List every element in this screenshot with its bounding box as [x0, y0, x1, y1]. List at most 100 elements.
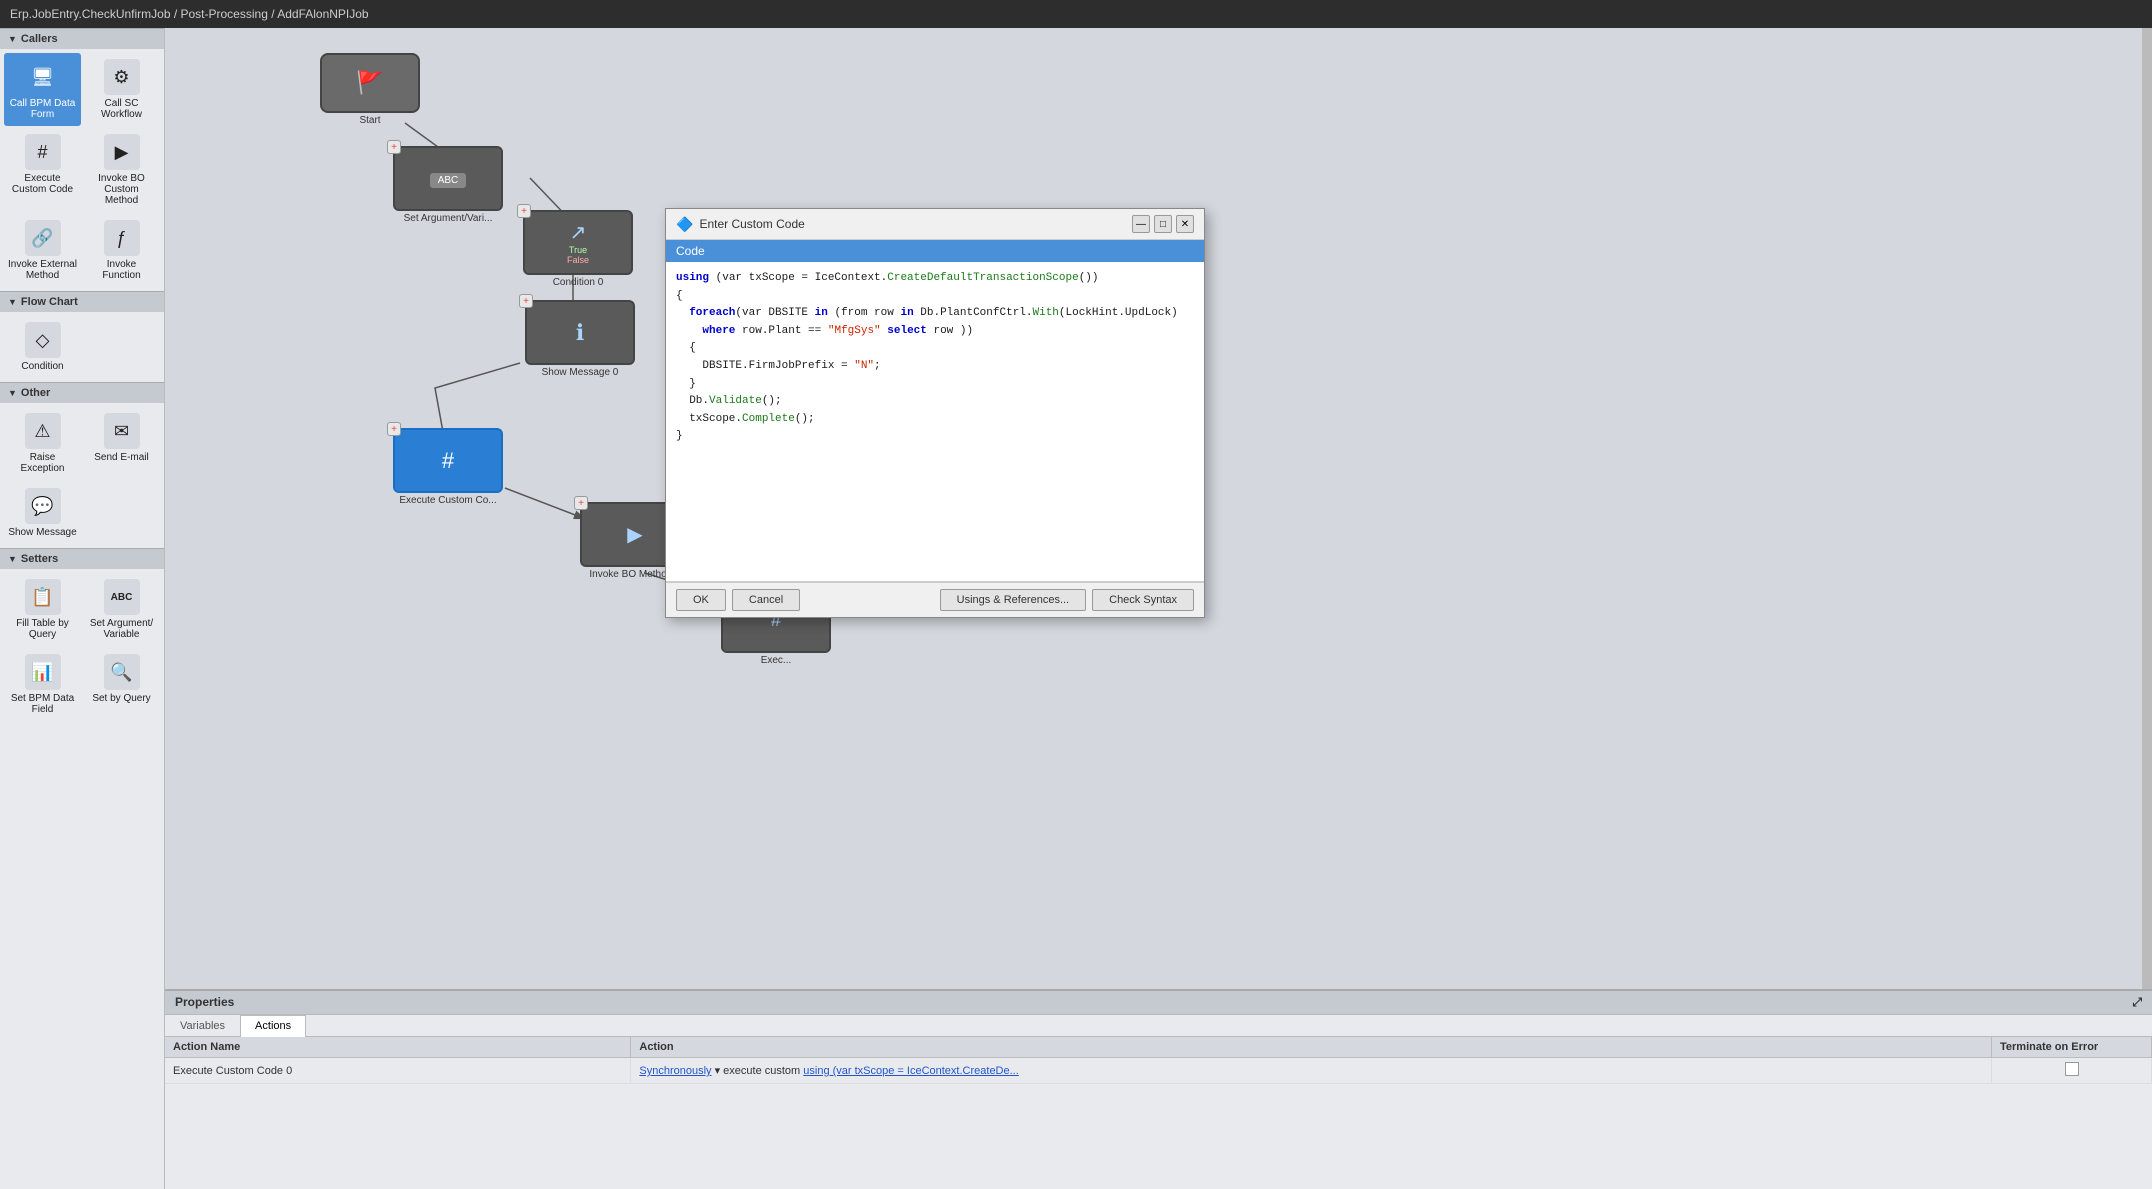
invoke-bo-icon: ▶ [104, 134, 140, 170]
other-collapse-icon: ▼ [8, 388, 17, 398]
start-node-box[interactable]: 🚩 [320, 53, 420, 113]
sidebar-item-call-sc[interactable]: ⚙ Call SC Workflow [83, 53, 160, 126]
set-argument-node-box[interactable]: + ABC [393, 146, 503, 211]
modal-titlebar: 🔷 Enter Custom Code — □ ✕ [666, 209, 1204, 240]
modal-usings-button[interactable]: Usings & References... [940, 589, 1087, 611]
modal-ok-button[interactable]: OK [676, 589, 726, 611]
setters-collapse-icon: ▼ [8, 554, 17, 564]
properties-header: Properties ⤢ [165, 991, 2152, 1015]
sidebar-item-execute-custom[interactable]: # Execute Custom Code [4, 128, 81, 212]
modal-code-tab[interactable]: Code [666, 240, 1204, 262]
code-line-3: foreach(var DBSITE in (from row in Db.Pl… [676, 305, 1194, 323]
canvas-area[interactable]: 🚩 Start + ABC Set Argument/Vari... + [165, 28, 2152, 989]
invoke-external-icon: 🔗 [25, 220, 61, 256]
flow-node-execute-custom[interactable]: + # Execute Custom Co... [393, 428, 503, 506]
fill-table-icon: 📋 [25, 579, 61, 615]
set-argument-node-label: Set Argument/Vari... [404, 213, 493, 224]
show-message-plus-btn[interactable]: + [519, 294, 533, 308]
condition-icon: ◇ [25, 322, 61, 358]
terminate-checkbox[interactable] [2065, 1062, 2079, 1076]
code-preview-link[interactable]: using (var txScope = IceContext.CreateDe… [803, 1065, 1019, 1077]
sidebar-item-invoke-function[interactable]: ƒ Invoke Function [83, 214, 160, 287]
execute-custom-icon: # [25, 134, 61, 170]
sidebar-item-show-message[interactable]: 💬 Show Message [4, 482, 81, 544]
enter-custom-code-dialog: 🔷 Enter Custom Code — □ ✕ Code [665, 208, 1205, 618]
sidebar-setters-header[interactable]: ▼ Setters [0, 548, 164, 569]
sidebar-other-grid: ⚠ Raise Exception ✉ Send E-mail 💬 Show M… [0, 403, 164, 548]
sidebar-callers-header[interactable]: ▼ Callers [0, 28, 164, 49]
properties-expand-icon[interactable]: ⤢ [2132, 995, 2142, 1010]
modal-check-syntax-button[interactable]: Check Syntax [1092, 589, 1194, 611]
sidebar-flowchart-header[interactable]: ▼ Flow Chart [0, 291, 164, 312]
code-line-8: Db.Validate(); [676, 393, 1194, 411]
invoke-function-icon: ƒ [104, 220, 140, 256]
breadcrumb: Erp.JobEntry.CheckUnfirmJob / Post-Proce… [0, 0, 2152, 28]
sidebar-item-set-bpm[interactable]: 📊 Set BPM Data Field [4, 648, 81, 721]
execute-custom-node-label: Execute Custom Co... [399, 495, 496, 506]
modal-footer: OK Cancel Usings & References... Check S… [666, 582, 1204, 617]
sidebar: ▼ Callers 🖥 Call BPM Data Form ⚙ Call SC… [0, 28, 165, 1189]
sidebar-item-raise-exception[interactable]: ⚠ Raise Exception [4, 407, 81, 480]
modal-close-btn[interactable]: ✕ [1176, 215, 1194, 233]
call-bpm-icon: 🖥 [25, 59, 61, 95]
flow-node-start[interactable]: 🚩 Start [320, 53, 420, 126]
sidebar-item-condition[interactable]: ◇ Condition [4, 316, 81, 378]
sidebar-item-set-argument[interactable]: ABC Set Argument/ Variable [83, 573, 160, 646]
modal-minimize-btn[interactable]: — [1132, 215, 1150, 233]
set-by-query-icon: 🔍 [104, 654, 140, 690]
app-container: Erp.JobEntry.CheckUnfirmJob / Post-Proce… [0, 0, 2152, 1189]
action-cell: Synchronously ▾ execute custom using (va… [631, 1058, 1992, 1084]
modal-maximize-btn[interactable]: □ [1154, 215, 1172, 233]
properties-panel: Properties ⤢ Variables Actions [165, 989, 2152, 1189]
sidebar-callers-grid: 🖥 Call BPM Data Form ⚙ Call SC Workflow … [0, 49, 164, 291]
sidebar-item-send-email[interactable]: ✉ Send E-mail [83, 407, 160, 480]
modal-right-buttons: Usings & References... Check Syntax [940, 589, 1194, 611]
execute-custom-plus-btn[interactable]: + [387, 422, 401, 436]
flow-node-show-message[interactable]: + ℹ Show Message 0 [525, 300, 635, 378]
modal-controls: — □ ✕ [1132, 215, 1194, 233]
sidebar-item-fill-table[interactable]: 📋 Fill Table by Query [4, 573, 81, 646]
set-argument-plus-btn[interactable]: + [387, 140, 401, 154]
callers-collapse-icon: ▼ [8, 34, 17, 44]
send-email-icon: ✉ [104, 413, 140, 449]
modal-cancel-button[interactable]: Cancel [732, 589, 800, 611]
modal-title-icon: 🔷 [676, 216, 693, 233]
properties-table: Action Name Action Terminate on Error Ex… [165, 1037, 2152, 1189]
set-bpm-icon: 📊 [25, 654, 61, 690]
code-line-5: { [676, 340, 1194, 358]
start-node-label: Start [359, 115, 380, 126]
code-editor[interactable]: using (var txScope = IceContext.CreateDe… [666, 262, 1204, 582]
col-action: Action [631, 1037, 1992, 1058]
code-line-6: DBSITE.FirmJobPrefix = "N"; [676, 358, 1194, 376]
properties-tabs: Variables Actions [165, 1015, 2152, 1037]
condition0-node-box[interactable]: + ↗ True False [523, 210, 633, 275]
canvas-resize-handle[interactable] [2142, 28, 2152, 989]
code-line-1: using (var txScope = IceContext.CreateDe… [676, 270, 1194, 288]
sidebar-item-invoke-external[interactable]: 🔗 Invoke External Method [4, 214, 81, 287]
action-name-cell: Execute Custom Code 0 [165, 1058, 631, 1084]
synchronously-link[interactable]: Synchronously [639, 1065, 711, 1077]
execute-custom-node-box[interactable]: + # [393, 428, 503, 493]
flow-node-condition0[interactable]: + ↗ True False Condition 0 [523, 210, 633, 288]
modal-title: 🔷 Enter Custom Code [676, 216, 805, 233]
col-terminate: Terminate on Error [1992, 1037, 2152, 1058]
condition0-node-label: Condition 0 [553, 277, 604, 288]
tab-variables[interactable]: Variables [165, 1015, 240, 1036]
flow-node-set-argument[interactable]: + ABC Set Argument/Vari... [393, 146, 503, 224]
show-message-node-label: Show Message 0 [542, 367, 619, 378]
sidebar-other-header[interactable]: ▼ Other [0, 382, 164, 403]
sidebar-item-invoke-bo[interactable]: ▶ Invoke BO Custom Method [83, 128, 160, 212]
show-message-node-box[interactable]: + ℹ [525, 300, 635, 365]
table-row: Execute Custom Code 0 Synchronously ▾ ex… [165, 1058, 2152, 1084]
condition0-plus-btn[interactable]: + [517, 204, 531, 218]
sidebar-flowchart-grid: ◇ Condition [0, 312, 164, 382]
invoke-bo-plus-btn[interactable]: + [574, 496, 588, 510]
tab-actions[interactable]: Actions [240, 1015, 306, 1037]
code-line-4: where row.Plant == "MfgSys" select row )… [676, 323, 1194, 341]
set-argument-icon: ABC [104, 579, 140, 615]
exec2-node-label: Exec... [761, 655, 792, 666]
sidebar-item-set-by-query[interactable]: 🔍 Set by Query [83, 648, 160, 721]
code-line-9: txScope.Complete(); [676, 411, 1194, 429]
sidebar-item-call-bpm[interactable]: 🖥 Call BPM Data Form [4, 53, 81, 126]
sync-indicator: ▾ [715, 1065, 724, 1077]
